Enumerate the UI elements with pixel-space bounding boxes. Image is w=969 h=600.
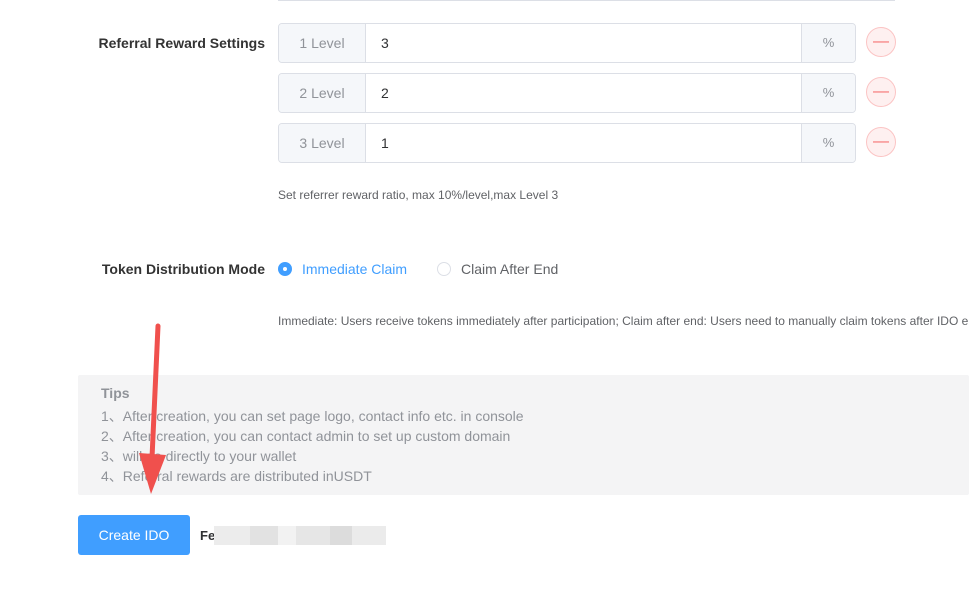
- referral-hint: Set referrer reward ratio, max 10%/level…: [278, 188, 559, 202]
- level-prefix: 2 Level: [279, 74, 366, 112]
- referral-reward-label: Referral Reward Settings: [98, 35, 266, 51]
- distribution-mode-label: Token Distribution Mode: [101, 261, 265, 277]
- minus-icon: —: [873, 83, 889, 100]
- referral-level-input-group: 1 Level %: [278, 23, 856, 63]
- radio-label: Immediate Claim: [302, 261, 408, 277]
- remove-level-3-button[interactable]: —: [866, 127, 896, 157]
- percent-suffix: %: [801, 124, 855, 162]
- radio-unchecked-icon: [437, 262, 451, 276]
- referral-level-row: 1 Level % —: [278, 23, 896, 63]
- tips-panel: Tips 1、After creation, you can set page …: [78, 375, 969, 495]
- percent-suffix: %: [801, 74, 855, 112]
- percent-suffix: %: [801, 24, 855, 62]
- fee-label: Fe: [200, 528, 216, 543]
- level-2-input[interactable]: [366, 74, 802, 112]
- remove-level-1-button[interactable]: —: [866, 27, 896, 57]
- tip-item: 1、After creation, you can set page logo,…: [101, 408, 524, 424]
- tips-title: Tips: [101, 385, 130, 401]
- level-prefix: 3 Level: [279, 124, 366, 162]
- minus-icon: —: [873, 33, 889, 50]
- remove-level-2-button[interactable]: —: [866, 77, 896, 107]
- referral-level-row: 3 Level % —: [278, 123, 896, 163]
- referral-level-input-group: 2 Level %: [278, 73, 856, 113]
- radio-checked-icon: [278, 262, 292, 276]
- level-3-input[interactable]: [366, 124, 802, 162]
- level-1-input[interactable]: [366, 24, 802, 62]
- divider: [278, 0, 895, 1]
- referral-level-row: 2 Level % —: [278, 73, 896, 113]
- distribution-hint: Immediate: Users receive tokens immediat…: [278, 314, 969, 328]
- referral-level-input-group: 3 Level %: [278, 123, 856, 163]
- tip-item: 3、will go directly to your wallet: [101, 448, 297, 464]
- level-prefix: 1 Level: [279, 24, 366, 62]
- minus-icon: —: [873, 133, 889, 150]
- tip-item: 4、Referral rewards are distributed inUSD…: [101, 468, 372, 484]
- create-ido-button[interactable]: Create IDO: [78, 515, 190, 555]
- tip-item: 2、After creation, you can contact admin …: [101, 428, 511, 444]
- radio-label: Claim After End: [461, 261, 559, 277]
